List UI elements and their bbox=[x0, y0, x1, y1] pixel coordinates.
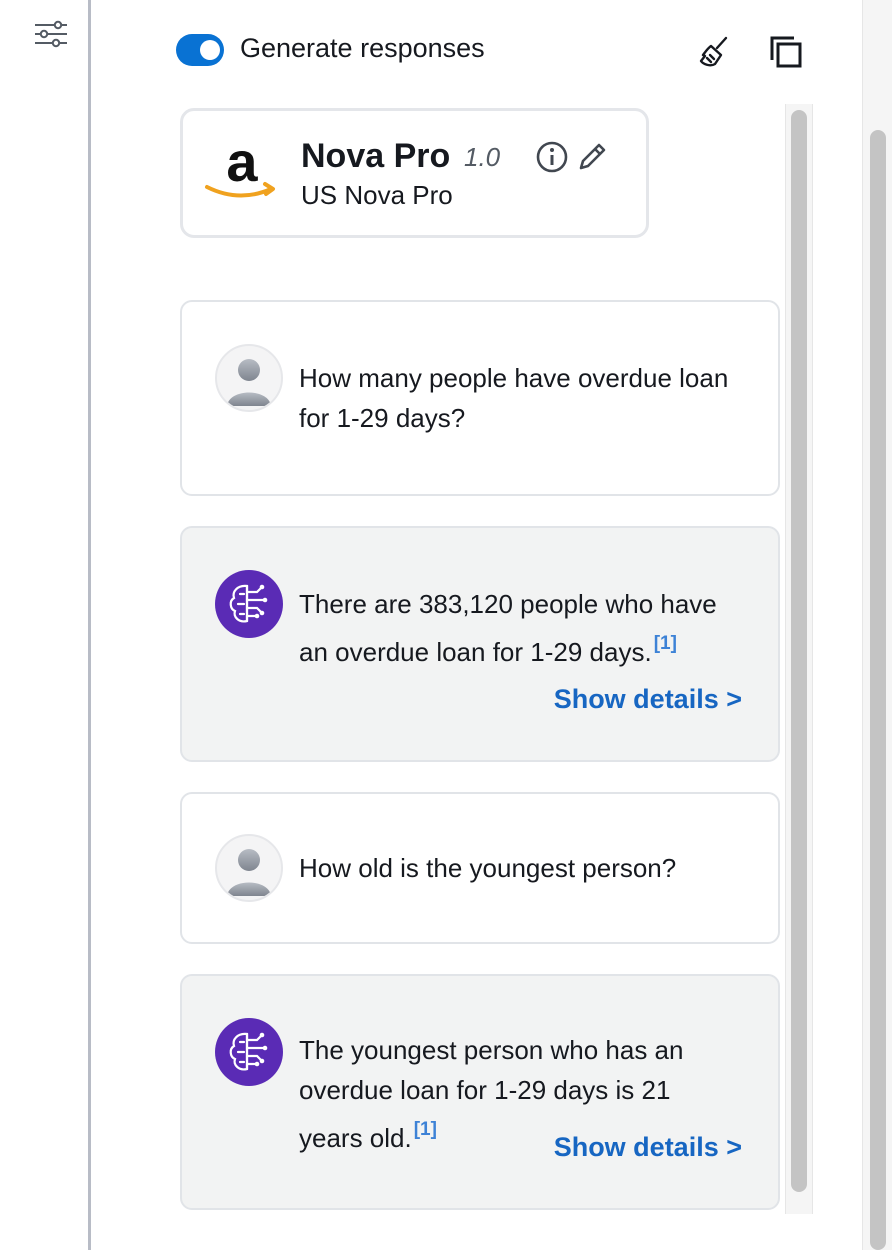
panel-divider[interactable] bbox=[88, 0, 91, 1250]
info-icon[interactable] bbox=[535, 140, 569, 174]
window-scrollbar-thumb[interactable] bbox=[870, 130, 886, 1250]
generate-responses-toggle[interactable] bbox=[176, 34, 224, 66]
broom-icon[interactable] bbox=[696, 34, 732, 70]
chat-message-user: How many people have overdue loan for 1-… bbox=[180, 300, 780, 496]
chat-message-assistant: The youngest person who has an overdue l… bbox=[180, 974, 780, 1210]
message-text: How old is the youngest person? bbox=[299, 853, 677, 883]
chat-playground: Generate responses a Nova Pro 1.0 US Nov… bbox=[0, 0, 892, 1250]
amazon-logo: a bbox=[205, 137, 275, 198]
settings-sliders-icon[interactable] bbox=[34, 20, 68, 48]
user-avatar bbox=[215, 834, 283, 902]
chat-message-user: How old is the youngest person? bbox=[180, 792, 780, 944]
model-card: a Nova Pro 1.0 US Nova Pro bbox=[180, 108, 649, 238]
chat-scrollbar-thumb[interactable] bbox=[791, 110, 807, 1192]
left-rail bbox=[0, 0, 88, 1250]
user-avatar-icon bbox=[227, 849, 271, 896]
user-avatar-icon bbox=[227, 359, 271, 406]
message-text: How many people have overdue loan for 1-… bbox=[299, 363, 729, 433]
show-details-link[interactable]: Show details > bbox=[554, 684, 742, 715]
user-avatar bbox=[215, 344, 283, 412]
pencil-icon[interactable] bbox=[575, 140, 609, 174]
copy-icon[interactable] bbox=[768, 34, 804, 70]
ai-brain-icon bbox=[229, 1032, 268, 1071]
citation-link[interactable]: [1] bbox=[414, 1119, 437, 1140]
svg-text:a: a bbox=[226, 137, 258, 193]
ai-brain-icon bbox=[229, 584, 268, 623]
model-name: Nova Pro bbox=[301, 137, 451, 175]
citation-link[interactable]: [1] bbox=[654, 633, 677, 654]
model-version: 1.0 bbox=[464, 142, 501, 172]
assistant-avatar bbox=[215, 1018, 283, 1086]
show-details-link[interactable]: Show details > bbox=[554, 1132, 742, 1163]
message-body: There are 383,120 people who have an ove… bbox=[299, 589, 717, 667]
model-subtitle: US Nova Pro bbox=[301, 180, 453, 210]
assistant-avatar bbox=[215, 570, 283, 638]
message-text: There are 383,120 people who have an ove… bbox=[299, 584, 739, 672]
toggle-label: Generate responses bbox=[240, 33, 485, 63]
chat-message-assistant: There are 383,120 people who have an ove… bbox=[180, 526, 780, 762]
toggle-knob bbox=[200, 40, 220, 60]
